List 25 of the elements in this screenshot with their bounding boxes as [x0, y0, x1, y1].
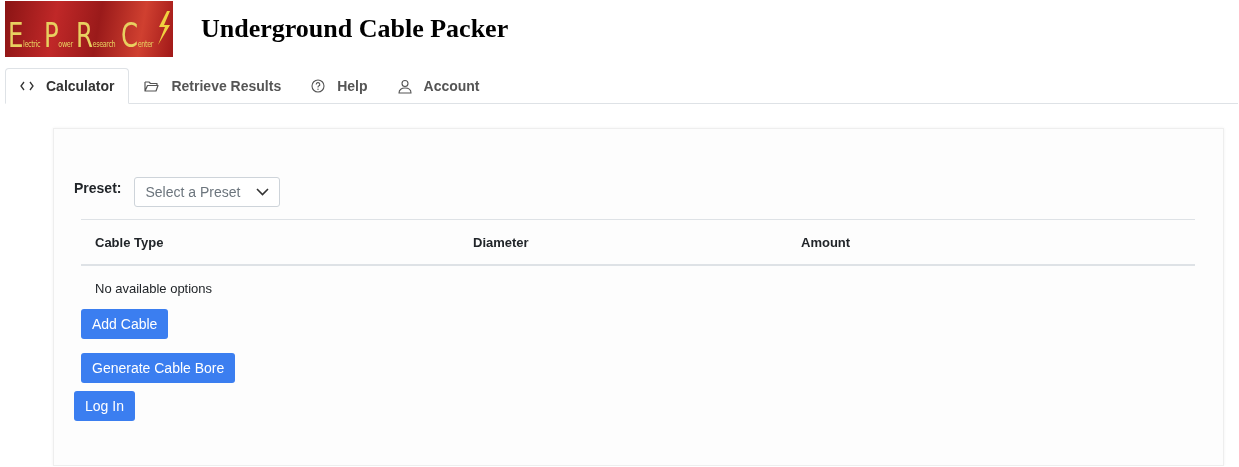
action-button[interactable]: Add Cable [81, 309, 169, 339]
field-label: Preset: [74, 180, 122, 196]
tab[interactable]: Account [382, 68, 495, 104]
placeholder-text: Select a Preset [145, 184, 241, 200]
empty-message: No available options [94, 280, 214, 298]
folder-icon [144, 80, 160, 92]
page-title: Underground Cable Packer [201, 14, 509, 44]
tab[interactable]: Help [296, 68, 383, 104]
tab[interactable]: Retrieve Results [129, 68, 297, 104]
logo-text: Center [121, 18, 154, 52]
help-icon [311, 79, 326, 93]
column-header: Diameter [473, 234, 530, 250]
code-icon [20, 81, 34, 91]
user-icon [397, 78, 412, 94]
logo-text: Research [76, 18, 116, 52]
preset-dropdown[interactable]: Select a Preset [134, 177, 281, 207]
column-header: Amount [801, 234, 852, 250]
logo-text: Power [44, 18, 73, 52]
logo-text: Electric [8, 18, 41, 52]
action-button[interactable]: Generate Cable Bore [81, 353, 236, 383]
column-header: Cable Type [95, 234, 165, 250]
action-button[interactable]: Log In [74, 391, 135, 421]
lightning-icon [157, 11, 171, 45]
tab[interactable]: Calculator [5, 68, 130, 104]
chevron-down-icon [256, 188, 270, 196]
